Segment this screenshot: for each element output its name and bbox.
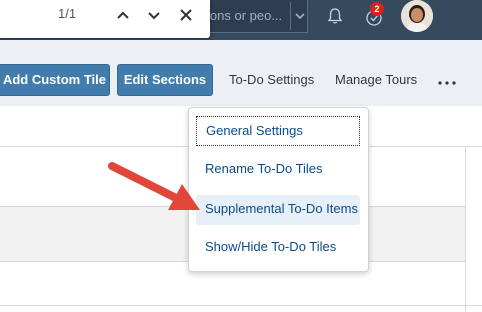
menu-item-rename-todo-tiles[interactable]: Rename To-Do Tiles [196, 155, 360, 185]
menu-item-general-settings[interactable]: General Settings [196, 116, 360, 146]
menu-item-supplemental-todo-items[interactable]: Supplemental To-Do Items [196, 195, 360, 225]
search-divider [290, 2, 291, 30]
search-input[interactable]: ions or peo... [200, 0, 308, 33]
bell-icon[interactable] [326, 7, 344, 25]
menu-item-show-hide-todo-tiles[interactable]: Show/Hide To-Do Tiles [196, 233, 360, 263]
chevron-down-icon[interactable] [144, 6, 164, 24]
user-photo-icon [401, 0, 433, 32]
todo-settings-menu[interactable]: To-Do Settings [229, 72, 314, 87]
todo-settings-dropdown: General Settings Rename To-Do Tiles Supp… [188, 107, 369, 272]
add-custom-tile-button[interactable]: Add Custom Tile [0, 64, 110, 96]
notification-badge: 2 [370, 2, 384, 16]
avatar[interactable] [401, 0, 433, 32]
content-edge [465, 146, 466, 312]
more-icon[interactable] [437, 78, 457, 88]
edit-sections-button[interactable]: Edit Sections [117, 64, 213, 96]
find-match-count: 1/1 [58, 6, 77, 21]
chevron-up-icon[interactable] [113, 6, 133, 24]
content-divider [0, 305, 482, 306]
manage-tours-link[interactable]: Manage Tours [335, 72, 417, 87]
find-bar: 1/1 [0, 0, 210, 38]
page-toolbar: Add Custom Tile Edit Sections To-Do Sett… [0, 40, 482, 106]
chevron-down-icon[interactable] [293, 9, 307, 23]
search-placeholder: ions or peo... [207, 8, 283, 23]
close-icon[interactable] [176, 6, 196, 24]
annotation-arrow-icon [108, 162, 200, 210]
